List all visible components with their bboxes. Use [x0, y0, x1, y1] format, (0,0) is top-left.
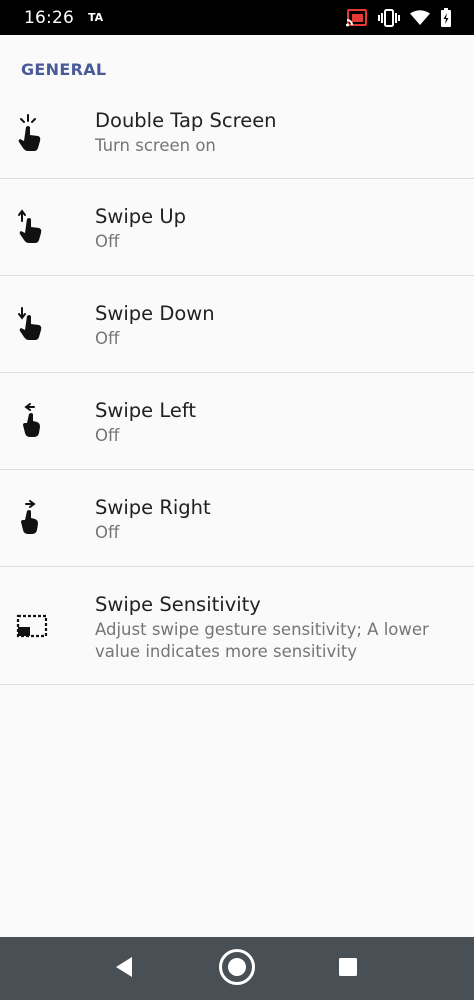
setting-title: Swipe Left [95, 399, 197, 422]
home-icon [218, 948, 256, 990]
navigation-bar [0, 937, 474, 1000]
setting-summary: Turn screen on [95, 136, 216, 155]
setting-double-tap-screen[interactable]: Double Tap Screen Turn screen on [0, 103, 474, 179]
swipe-left-gesture-icon [16, 403, 48, 437]
swipe-down-gesture-icon [16, 306, 48, 340]
back-button[interactable] [94, 937, 154, 1000]
status-icons [346, 0, 452, 35]
vibrate-icon [378, 8, 400, 27]
setting-swipe-down[interactable]: Swipe Down Off [0, 276, 474, 373]
setting-title: Swipe Up [95, 205, 186, 228]
setting-summary: Off [95, 232, 120, 251]
setting-swipe-up[interactable]: Swipe Up Off [0, 179, 474, 276]
setting-title: Swipe Down [95, 302, 215, 325]
setting-summary: Off [95, 426, 120, 445]
status-bar: 16:26 TA [0, 0, 474, 35]
status-time: 16:26 [24, 7, 74, 28]
cast-icon [346, 8, 368, 27]
battery-icon [440, 7, 452, 28]
recents-button[interactable] [318, 937, 378, 1000]
settings-list: GENERAL Double Tap Screen Turn screen on… [0, 35, 474, 685]
recents-icon [338, 957, 358, 981]
setting-title: Swipe Right [95, 496, 211, 519]
setting-swipe-left[interactable]: Swipe Left Off [0, 373, 474, 470]
setting-title: Swipe Sensitivity [95, 593, 261, 616]
status-carrier: TA [88, 11, 104, 24]
setting-summary: Off [95, 523, 120, 542]
setting-swipe-sensitivity[interactable]: Swipe Sensitivity Adjust swipe gesture s… [0, 567, 474, 685]
setting-swipe-right[interactable]: Swipe Right Off [0, 470, 474, 567]
back-icon [114, 956, 134, 982]
home-button[interactable] [207, 937, 267, 1000]
setting-title: Double Tap Screen [95, 109, 277, 132]
swipe-right-gesture-icon [16, 500, 48, 534]
setting-summary: Adjust swipe gesture sensitivity; A lowe… [95, 620, 429, 661]
setting-summary: Off [95, 329, 120, 348]
double-tap-gesture-icon [16, 113, 48, 151]
wifi-icon [410, 9, 430, 26]
section-header: GENERAL [21, 60, 107, 79]
swipe-up-gesture-icon [16, 209, 48, 243]
sensitivity-icon [16, 613, 48, 645]
